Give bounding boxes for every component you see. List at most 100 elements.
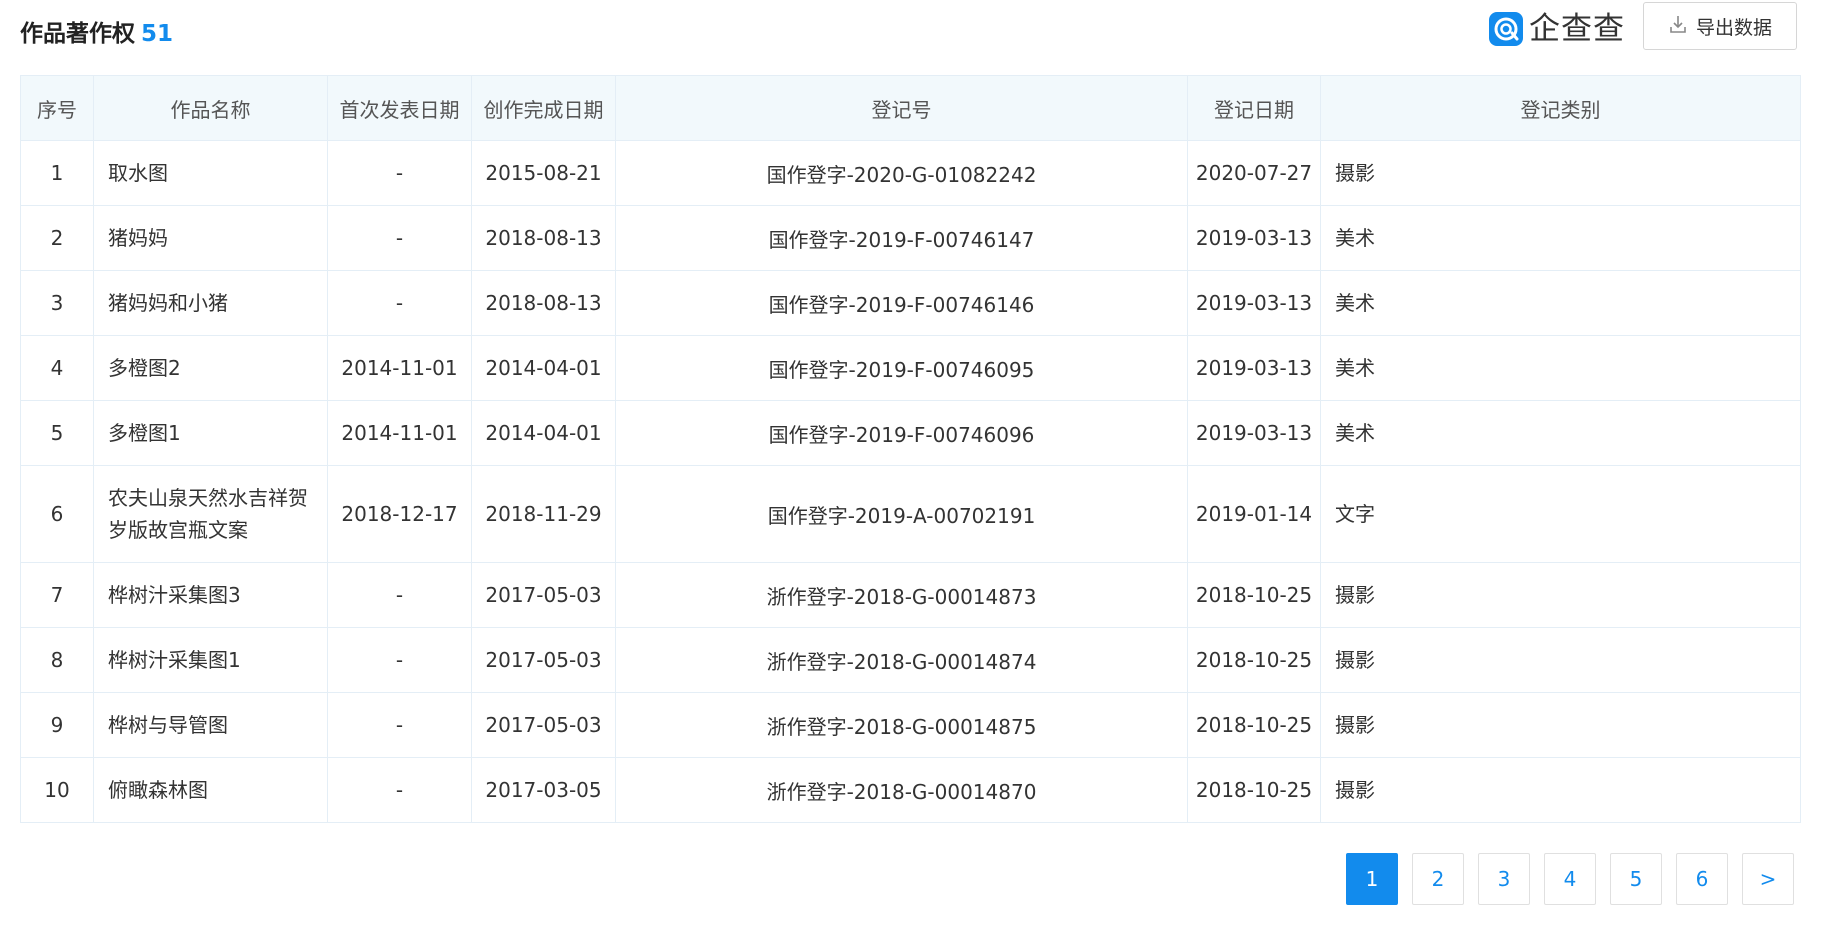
brand-name: 企查查	[1529, 11, 1625, 47]
page-button-3[interactable]: 3	[1478, 853, 1530, 905]
cell-first-publish-date: 2014-11-01	[327, 335, 472, 401]
column-header-index: 序号	[20, 75, 94, 141]
cell-first-publish-date: 2018-12-17	[327, 465, 472, 563]
cell-index: 4	[20, 335, 94, 401]
cell-registration-category: 美术	[1320, 205, 1801, 271]
cell-registration-number: 国作登字-2019-A-00702191	[615, 465, 1188, 563]
cell-index: 6	[20, 465, 94, 563]
cell-registration-date: 2019-03-13	[1187, 400, 1321, 466]
cell-registration-number: 浙作登字-2018-G-00014874	[615, 627, 1188, 693]
page-button-6[interactable]: 6	[1676, 853, 1728, 905]
table-row: 7 桦树汁采集图3 - 2017-05-03 浙作登字-2018-G-00014…	[20, 562, 1801, 628]
table-header-row: 序号 作品名称 首次发表日期 创作完成日期 登记号 登记日期 登记类别	[20, 75, 1801, 141]
cell-registration-category: 摄影	[1320, 757, 1801, 823]
cell-completion-date: 2017-05-03	[471, 627, 616, 693]
table-row: 10 俯瞰森林图 - 2017-03-05 浙作登字-2018-G-000148…	[20, 757, 1801, 823]
cell-registration-category: 摄影	[1320, 140, 1801, 206]
page-button-5[interactable]: 5	[1610, 853, 1662, 905]
cell-index: 3	[20, 270, 94, 336]
cell-completion-date: 2018-11-29	[471, 465, 616, 563]
cell-registration-number: 浙作登字-2018-G-00014870	[615, 757, 1188, 823]
column-header-registration-number: 登记号	[615, 75, 1188, 141]
export-data-button[interactable]: 导出数据	[1643, 2, 1797, 50]
cell-index: 7	[20, 562, 94, 628]
cell-registration-date: 2018-10-25	[1187, 627, 1321, 693]
column-header-first-publish-date: 首次发表日期	[327, 75, 472, 141]
cell-first-publish-date: -	[327, 205, 472, 271]
cell-completion-date: 2014-04-01	[471, 400, 616, 466]
download-icon	[1668, 14, 1688, 38]
cell-work-name[interactable]: 猪妈妈和小猪	[93, 270, 328, 336]
cell-index: 10	[20, 757, 94, 823]
section-title-text: 作品著作权	[20, 21, 135, 47]
export-data-label: 导出数据	[1695, 16, 1772, 39]
cell-index: 1	[20, 140, 94, 206]
cell-completion-date: 2018-08-13	[471, 270, 616, 336]
cell-first-publish-date: 2014-11-01	[327, 400, 472, 466]
cell-registration-number: 国作登字-2019-F-00746095	[615, 335, 1188, 401]
page-button-4[interactable]: 4	[1544, 853, 1596, 905]
pagination: 1 2 3 4 5 6 >	[1346, 853, 1794, 905]
table-row: 5 多橙图1 2014-11-01 2014-04-01 国作登字-2019-F…	[20, 400, 1801, 466]
column-header-completion-date: 创作完成日期	[471, 75, 616, 141]
cell-registration-number: 国作登字-2019-F-00746096	[615, 400, 1188, 466]
cell-first-publish-date: -	[327, 627, 472, 693]
cell-index: 9	[20, 692, 94, 758]
cell-index: 5	[20, 400, 94, 466]
cell-completion-date: 2018-08-13	[471, 205, 616, 271]
copyright-table: 序号 作品名称 首次发表日期 创作完成日期 登记号 登记日期 登记类别 1 取水…	[20, 75, 1801, 823]
cell-work-name[interactable]: 取水图	[93, 140, 328, 206]
cell-work-name[interactable]: 桦树汁采集图3	[93, 562, 328, 628]
cell-registration-number: 浙作登字-2018-G-00014875	[615, 692, 1188, 758]
brand-logo: 企查查	[1489, 10, 1625, 48]
cell-registration-date: 2019-03-13	[1187, 335, 1321, 401]
cell-registration-date: 2020-07-27	[1187, 140, 1321, 206]
cell-registration-date: 2019-03-13	[1187, 205, 1321, 271]
cell-completion-date: 2017-05-03	[471, 562, 616, 628]
next-page-button[interactable]: >	[1742, 853, 1794, 905]
cell-first-publish-date: -	[327, 270, 472, 336]
cell-registration-date: 2018-10-25	[1187, 562, 1321, 628]
cell-completion-date: 2017-05-03	[471, 692, 616, 758]
table-row: 2 猪妈妈 - 2018-08-13 国作登字-2019-F-00746147 …	[20, 205, 1801, 271]
cell-registration-category: 美术	[1320, 400, 1801, 466]
section-header: 作品著作权 51 企查查 导出数据	[20, 0, 1800, 62]
cell-registration-date: 2018-10-25	[1187, 692, 1321, 758]
cell-work-name[interactable]: 多橙图2	[93, 335, 328, 401]
page-button-1[interactable]: 1	[1346, 853, 1398, 905]
page-button-2[interactable]: 2	[1412, 853, 1464, 905]
column-header-registration-date: 登记日期	[1187, 75, 1321, 141]
cell-registration-category: 文字	[1320, 465, 1801, 563]
cell-work-name[interactable]: 猪妈妈	[93, 205, 328, 271]
cell-work-name[interactable]: 多橙图1	[93, 400, 328, 466]
cell-registration-number: 国作登字-2019-F-00746147	[615, 205, 1188, 271]
cell-work-name[interactable]: 桦树与导管图	[93, 692, 328, 758]
cell-registration-category: 摄影	[1320, 692, 1801, 758]
qichacha-logo-icon	[1489, 12, 1523, 46]
cell-completion-date: 2014-04-01	[471, 335, 616, 401]
cell-registration-date: 2019-03-13	[1187, 270, 1321, 336]
cell-completion-date: 2017-03-05	[471, 757, 616, 823]
table-row: 1 取水图 - 2015-08-21 国作登字-2020-G-01082242 …	[20, 140, 1801, 206]
cell-registration-date: 2019-01-14	[1187, 465, 1321, 563]
cell-registration-category: 美术	[1320, 270, 1801, 336]
cell-work-name[interactable]: 农夫山泉天然水吉祥贺岁版故宫瓶文案	[93, 465, 328, 563]
cell-registration-category: 摄影	[1320, 562, 1801, 628]
cell-first-publish-date: -	[327, 692, 472, 758]
cell-work-name[interactable]: 俯瞰森林图	[93, 757, 328, 823]
cell-registration-number: 浙作登字-2018-G-00014873	[615, 562, 1188, 628]
cell-index: 2	[20, 205, 94, 271]
table-row: 9 桦树与导管图 - 2017-05-03 浙作登字-2018-G-000148…	[20, 692, 1801, 758]
cell-work-name[interactable]: 桦树汁采集图1	[93, 627, 328, 693]
cell-first-publish-date: -	[327, 562, 472, 628]
cell-first-publish-date: -	[327, 140, 472, 206]
table-row: 3 猪妈妈和小猪 - 2018-08-13 国作登字-2019-F-007461…	[20, 270, 1801, 336]
cell-registration-number: 国作登字-2019-F-00746146	[615, 270, 1188, 336]
cell-registration-date: 2018-10-25	[1187, 757, 1321, 823]
column-header-work-name: 作品名称	[93, 75, 328, 141]
table-row: 4 多橙图2 2014-11-01 2014-04-01 国作登字-2019-F…	[20, 335, 1801, 401]
section-title: 作品著作权 51	[20, 14, 173, 48]
cell-first-publish-date: -	[327, 757, 472, 823]
cell-completion-date: 2015-08-21	[471, 140, 616, 206]
cell-index: 8	[20, 627, 94, 693]
